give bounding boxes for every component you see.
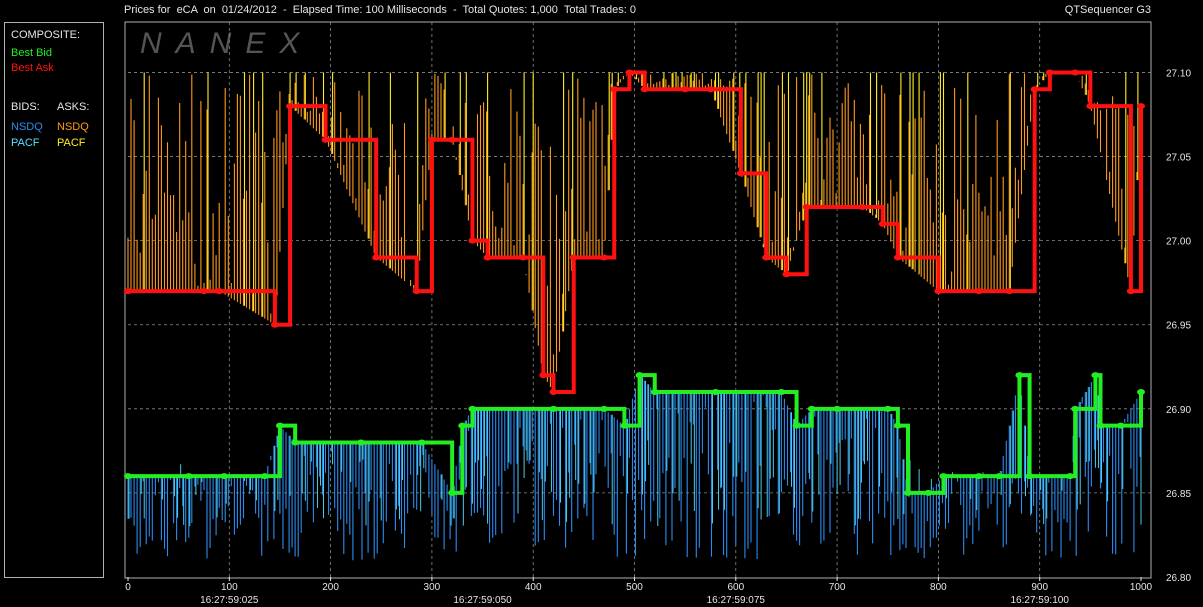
series-point-best_ask-4 <box>286 103 295 110</box>
series-point-best_bid-22 <box>893 422 902 429</box>
series-point-best_ask-19 <box>640 86 649 93</box>
series-point-best_bid-9 <box>458 422 467 429</box>
series-point-best_ask-34 <box>1071 69 1080 76</box>
series-point-best_ask-0 <box>124 288 132 295</box>
series-point-best_ask-23 <box>762 254 771 261</box>
series-point-best_bid-29 <box>1025 473 1034 480</box>
series-point-best_bid-1 <box>184 473 193 480</box>
series-point-best_bid-28 <box>1015 372 1024 379</box>
x-tick-label-3: 300 <box>424 582 441 593</box>
x-tick-label-8: 800 <box>930 582 947 593</box>
series-point-best_bid-4 <box>275 422 284 429</box>
time-label-0: 16:27:59:025 <box>200 595 259 606</box>
series-point-best_bid-26 <box>974 473 983 480</box>
y-tick-label-4: 27.00 <box>1166 237 1191 248</box>
series-point-best_bid-25 <box>939 473 948 480</box>
series-point-best_bid-19 <box>807 405 816 412</box>
x-tick-label-6: 600 <box>727 582 744 593</box>
series-point-best_ask-7 <box>412 288 421 295</box>
x-tick-label-5: 500 <box>626 582 643 593</box>
series-point-best_ask-28 <box>893 254 902 261</box>
series-point-best_bid-35 <box>1137 389 1145 395</box>
series-point-best_ask-29 <box>934 288 943 295</box>
series-point-best_bid-20 <box>833 405 842 412</box>
series-point-best_ask-25 <box>802 204 811 210</box>
y-tick-label-0: 26.80 <box>1166 573 1191 584</box>
series-point-best_ask-37 <box>1137 103 1145 110</box>
series-point-best_bid-5 <box>291 439 300 446</box>
series-point-best_ask-27 <box>878 220 887 227</box>
series-point-best_bid-34 <box>1116 422 1125 429</box>
series-point-best_bid-11 <box>549 405 558 412</box>
series-point-best_bid-30 <box>1066 473 1075 480</box>
x-tick-label-1: 100 <box>221 582 238 593</box>
x-tick-label-7: 700 <box>829 582 846 593</box>
series-point-best_bid-14 <box>635 372 644 379</box>
series-point-best_ask-35 <box>1086 103 1095 110</box>
series-point-best_ask-2 <box>215 288 224 295</box>
series-point-best_bid-6 <box>356 439 365 446</box>
price-chart: NANEX 0 100 200 300 400 500 600 700 800 900 1000 26… <box>124 21 1191 606</box>
series-point-best_ask-20 <box>681 86 690 93</box>
x-tick-label-9: 900 <box>1031 582 1048 593</box>
series-point-best_bid-31 <box>1071 405 1080 412</box>
time-label-3: 16:27:59:100 <box>1011 595 1070 606</box>
series-point-best_ask-36 <box>1126 288 1135 295</box>
series-point-best_bid-16 <box>711 389 720 395</box>
series-point-best_bid-7 <box>417 439 426 446</box>
series-point-best_ask-22 <box>736 170 745 177</box>
x-tick-label-2: 200 <box>322 582 339 593</box>
series-point-best_ask-13 <box>539 372 548 379</box>
y-tick-label-6: 27.10 <box>1166 68 1191 79</box>
series-point-best_ask-26 <box>858 204 867 210</box>
series-point-best_bid-23 <box>904 489 913 496</box>
watermark: NANEX <box>140 27 313 60</box>
series-point-best_ask-15 <box>569 254 578 261</box>
series-point-best_ask-32 <box>1030 86 1039 93</box>
series-point-best_bid-12 <box>600 405 609 412</box>
series-point-best_bid-13 <box>620 422 629 429</box>
series-point-best_bid-17 <box>777 389 786 395</box>
series-point-best_bid-8 <box>448 489 457 496</box>
time-label-2: 16:27:59:075 <box>707 595 766 606</box>
series-point-best_ask-31 <box>1005 288 1014 295</box>
series-point-best_bid-32 <box>1091 372 1100 379</box>
series-point-best_ask-16 <box>600 254 609 261</box>
series-point-best_ask-12 <box>519 254 528 261</box>
x-tick-label-0: 0 <box>125 582 131 593</box>
series-point-best_ask-14 <box>549 389 558 395</box>
series-point-best_ask-10 <box>468 237 477 244</box>
series-point-best_ask-18 <box>625 69 634 76</box>
x-tick-label-10: 1000 <box>1130 582 1153 593</box>
series-point-best_bid-2 <box>220 473 229 480</box>
series-point-best_bid-27 <box>995 473 1004 480</box>
series-point-best_ask-1 <box>199 288 208 295</box>
series-point-best_ask-9 <box>448 136 457 143</box>
y-tick-label-5: 27.05 <box>1166 153 1191 164</box>
series-point-best_ask-8 <box>427 136 436 143</box>
series-point-best_ask-33 <box>1045 69 1054 76</box>
y-tick-label-1: 26.85 <box>1166 489 1191 500</box>
series-point-best_bid-18 <box>792 422 801 429</box>
y-tick-label-2: 26.90 <box>1166 405 1191 416</box>
series-point-best_ask-17 <box>610 86 619 93</box>
series-point-best_bid-15 <box>650 389 659 395</box>
series-point-best_bid-21 <box>883 405 892 412</box>
series-point-best_ask-21 <box>706 86 715 93</box>
series-point-best_bid-3 <box>260 473 269 480</box>
series-point-best_bid-24 <box>924 489 933 496</box>
y-tick-label-3: 26.95 <box>1166 321 1191 332</box>
time-label-1: 16:27:59:050 <box>453 595 512 606</box>
series-point-best_ask-6 <box>372 254 381 261</box>
series-point-best_ask-5 <box>321 136 330 143</box>
x-tick-label-4: 400 <box>525 582 542 593</box>
series-point-best_bid-33 <box>1096 422 1105 429</box>
series-point-best_ask-30 <box>974 288 983 295</box>
series-point-best_bid-10 <box>468 405 477 412</box>
series-point-best_ask-11 <box>483 254 492 261</box>
series-point-best_ask-3 <box>270 321 279 328</box>
series-point-best_ask-24 <box>782 271 791 278</box>
series-point-best_bid-0 <box>124 473 132 480</box>
